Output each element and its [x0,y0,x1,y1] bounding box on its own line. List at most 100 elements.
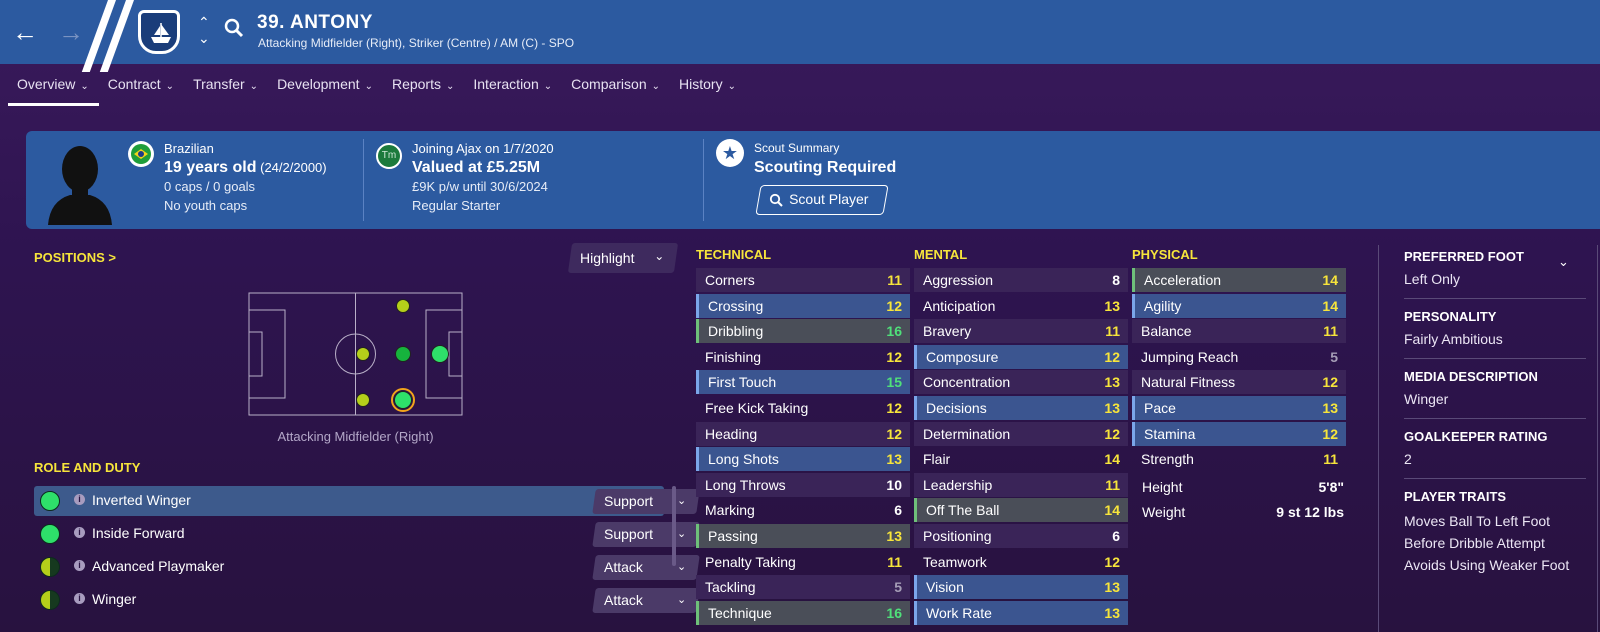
back-arrow-icon[interactable]: ← [12,14,38,50]
tab-comparison[interactable]: Comparison ⌄ [562,72,670,104]
attribute-value: 11 [1323,451,1338,468]
search-icon [769,193,783,207]
attribute-row-bravery[interactable]: Bravery 11 [914,319,1128,344]
tab-reports[interactable]: Reports ⌄ [383,72,464,104]
club-badge-icon[interactable] [138,10,180,54]
role-fit-icon [40,491,60,511]
attribute-row-decisions[interactable]: Decisions 13 [914,396,1128,420]
tab-overview[interactable]: Overview ⌄ [8,72,99,106]
prev-next-player-icon[interactable]: ⌃ ⌄ [198,14,210,46]
positions-link[interactable]: POSITIONS > [34,250,116,265]
attribute-row-free-kick-taking[interactable]: Free Kick Taking 12 [696,396,910,420]
info-icon[interactable]: i [74,494,85,505]
tab-label: Development [277,76,360,92]
tab-contract[interactable]: Contract ⌄ [99,72,184,104]
attribute-value: 12 [1104,348,1120,365]
attribute-row-first-touch[interactable]: First Touch 15 [696,370,910,395]
attribute-row-jumping-reach[interactable]: Jumping Reach 5 [1132,345,1346,369]
info-icon[interactable]: i [74,527,85,538]
info-icon[interactable]: i [74,560,85,571]
attribute-row-positioning[interactable]: Positioning 6 [914,524,1128,548]
attribute-value: 12 [1322,374,1338,391]
attribute-name: Corners [705,272,755,288]
attribute-row-crossing[interactable]: Crossing 12 [696,293,910,318]
attribute-row-work-rate[interactable]: Work Rate 13 [914,600,1128,625]
attribute-name: Anticipation [923,297,996,314]
attribute-name: Free Kick Taking [705,400,809,416]
attribute-row-marking[interactable]: Marking 6 [696,498,910,522]
attribute-row-pace[interactable]: Pace 13 [1132,396,1346,420]
attribute-row-concentration[interactable]: Concentration 13 [914,370,1128,395]
attribute-value: 14 [1104,451,1120,468]
divider [1404,418,1586,419]
highlight-dropdown[interactable]: Highlight ⌄ [567,243,679,273]
attribute-row-penalty-taking[interactable]: Penalty Taking 11 [696,550,910,574]
attribute-value: 16 [886,323,902,340]
attribute-row-tackling[interactable]: Tackling 5 [696,575,910,600]
attribute-row-agility[interactable]: Agility 14 [1132,293,1346,318]
squad-status: Regular Starter [412,198,501,213]
attribute-row-corners[interactable]: Corners 11 [696,268,910,292]
tab-label: Comparison [571,76,647,92]
chevron-down-icon[interactable]: ⌄ [1558,254,1569,270]
chevron-down-icon: ⌄ [364,81,373,92]
attribute-row-composure[interactable]: Composure 12 [914,344,1128,369]
info-icon[interactable]: i [74,593,85,604]
attribute-row-teamwork[interactable]: Teamwork 12 [914,550,1128,574]
roles-scrollbar[interactable] [672,486,676,566]
attribute-row-dribbling[interactable]: Dribbling 16 [696,319,910,344]
attribute-row-finishing[interactable]: Finishing 12 [696,345,910,369]
attribute-name: Strength [1141,451,1194,468]
attribute-row-long-throws[interactable]: Long Throws 10 [696,472,910,497]
tab-label: Contract [107,76,161,92]
brazil-flag-icon [128,141,154,167]
attribute-row-balance[interactable]: Balance 11 [1132,319,1346,344]
search-icon[interactable] [224,18,244,38]
attribute-value: 13 [1104,374,1120,391]
tab-history[interactable]: History ⌄ [670,72,746,104]
attribute-name: Heading [705,425,758,442]
chevron-down-icon: ⌄ [654,249,665,263]
duty-dropdown[interactable]: Attack ⌄ [592,555,700,580]
duty-dropdown[interactable]: Support ⌄ [592,522,700,547]
joining-info: Joining Ajax on 1/7/2020 [412,141,554,156]
attribute-name: Natural Fitness [1141,374,1236,391]
duty-dropdown[interactable]: Support ⌄ [592,489,700,514]
tab-development[interactable]: Development ⌄ [268,72,383,104]
chevron-down-icon: ⌄ [676,561,686,573]
attribute-row-off-the-ball[interactable]: Off The Ball 14 [914,498,1128,523]
scout-player-button[interactable]: Scout Player [755,185,889,215]
attribute-value: 11 [1105,476,1120,493]
position-dot-amc [395,346,411,362]
attribute-row-strength[interactable]: Strength 11 [1132,447,1346,471]
duty-label: Support [604,493,654,509]
role-row-winger[interactable]: i Winger Attack ⌄ [34,585,700,615]
attribute-row-stamina[interactable]: Stamina 12 [1132,421,1346,446]
chevron-down-icon: ⌄ [676,495,686,507]
player-silhouette-icon [48,146,112,225]
attribute-row-long-shots[interactable]: Long Shots 13 [696,447,910,472]
attribute-row-technique[interactable]: Technique 16 [696,600,910,625]
attribute-row-aggression[interactable]: Aggression 8 [914,268,1128,292]
tab-transfer[interactable]: Transfer ⌄ [184,72,268,104]
role-row-advanced-playmaker[interactable]: i Advanced Playmaker Attack ⌄ [34,552,700,582]
attribute-name: Determination [923,425,1011,442]
attribute-row-natural-fitness[interactable]: Natural Fitness 12 [1132,370,1346,395]
attribute-row-heading[interactable]: Heading 12 [696,421,910,446]
attribute-row-vision[interactable]: Vision 13 [914,575,1128,600]
height-value: 5'8" [1318,479,1344,495]
attribute-row-anticipation[interactable]: Anticipation 13 [914,294,1128,318]
selected-position-label: Attacking Midfielder (Right) [277,429,434,444]
role-row-inverted-winger[interactable]: i Inverted Winger Support ⌄ [34,486,700,516]
attribute-row-acceleration[interactable]: Acceleration 14 [1132,268,1346,292]
player-positions: Attacking Midfielder (Right), Striker (C… [258,36,575,50]
chevron-down-icon: ⌄ [651,81,661,92]
role-row-inside-forward[interactable]: i Inside Forward Support ⌄ [34,519,700,549]
attribute-row-passing[interactable]: Passing 13 [696,524,910,548]
forward-arrow-icon[interactable]: → [58,14,84,50]
tab-interaction[interactable]: Interaction ⌄ [464,72,562,104]
duty-dropdown[interactable]: Attack ⌄ [592,588,700,613]
attribute-row-leadership[interactable]: Leadership 11 [914,472,1128,497]
attribute-row-flair[interactable]: Flair 14 [914,447,1128,471]
attribute-row-determination[interactable]: Determination 12 [914,421,1128,446]
